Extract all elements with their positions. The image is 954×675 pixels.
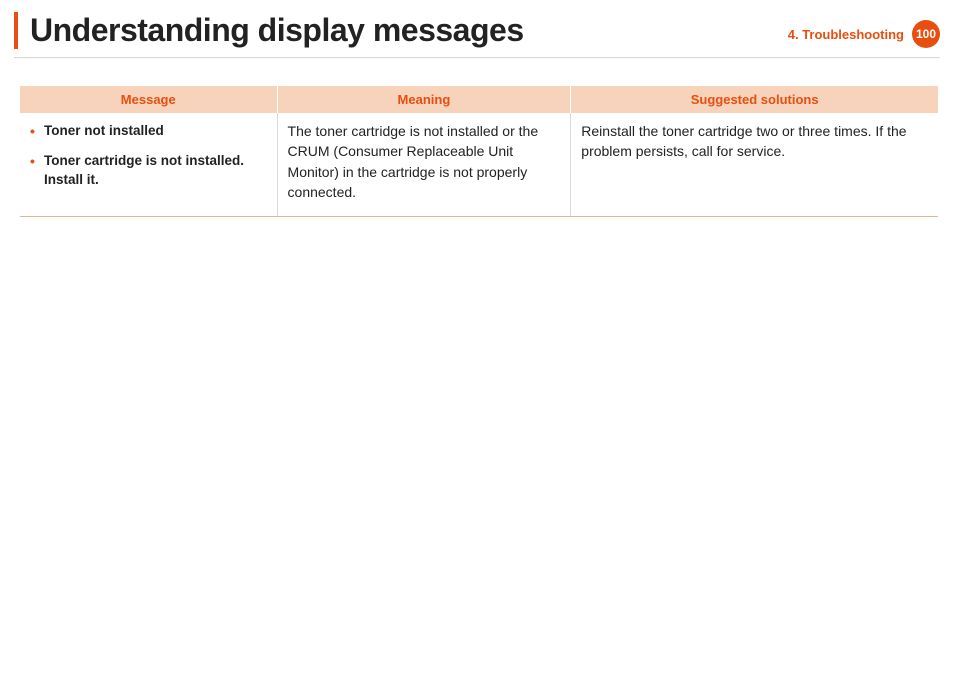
message-list: Toner not installed Toner cartridge is n…: [30, 121, 267, 190]
accent-bar: [14, 12, 18, 49]
title-wrap: Understanding display messages: [0, 12, 524, 49]
cell-meaning: The toner cartridge is not installed or …: [277, 113, 571, 217]
page-header: Understanding display messages 4. Troubl…: [0, 0, 954, 57]
header-message: Message: [20, 86, 277, 113]
chapter-label: 4. Troubleshooting: [788, 27, 904, 42]
page-title: Understanding display messages: [30, 12, 524, 49]
header-meaning: Meaning: [277, 86, 571, 113]
message-item: Toner cartridge is not installed. Instal…: [30, 151, 267, 190]
header-solutions: Suggested solutions: [571, 86, 938, 113]
table-header-row: Message Meaning Suggested solutions: [20, 86, 938, 113]
message-item: Toner not installed: [30, 121, 267, 141]
page-number-badge: 100: [912, 20, 940, 48]
messages-table: Message Meaning Suggested solutions Tone…: [20, 86, 938, 217]
cell-solution: Reinstall the toner cartridge two or thr…: [571, 113, 938, 217]
header-right: 4. Troubleshooting 100: [788, 12, 954, 48]
cell-message: Toner not installed Toner cartridge is n…: [20, 113, 277, 217]
table-row: Toner not installed Toner cartridge is n…: [20, 113, 938, 217]
content-area: Message Meaning Suggested solutions Tone…: [0, 58, 954, 217]
